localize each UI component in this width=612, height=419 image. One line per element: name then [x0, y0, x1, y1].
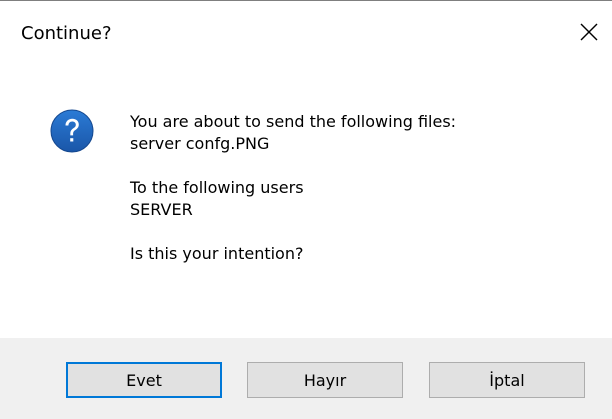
message-line-file-name: server confg.PNG: [130, 134, 270, 153]
message-line-question: Is this your intention?: [130, 244, 304, 263]
confirm-dialog: Continue? You are about to send the foll…: [0, 0, 612, 419]
message-line-users-intro: To the following users: [130, 178, 304, 197]
message-line-user-name: SERVER: [130, 200, 193, 219]
dialog-title: Continue?: [21, 23, 112, 44]
close-button[interactable]: [566, 1, 612, 63]
close-icon: [580, 23, 598, 41]
message-gap: [130, 155, 456, 177]
title-bar: Continue?: [0, 1, 612, 65]
no-button[interactable]: Hayır: [247, 362, 403, 398]
message-gap: [130, 221, 456, 243]
cancel-button[interactable]: İptal: [429, 362, 585, 398]
yes-button[interactable]: Evet: [66, 362, 222, 398]
dialog-content: You are about to send the following file…: [0, 65, 612, 335]
question-icon: [50, 109, 94, 153]
button-bar: Evet Hayır İptal: [0, 338, 612, 419]
message-text: You are about to send the following file…: [130, 111, 456, 265]
message-line-files-intro: You are about to send the following file…: [130, 112, 457, 131]
